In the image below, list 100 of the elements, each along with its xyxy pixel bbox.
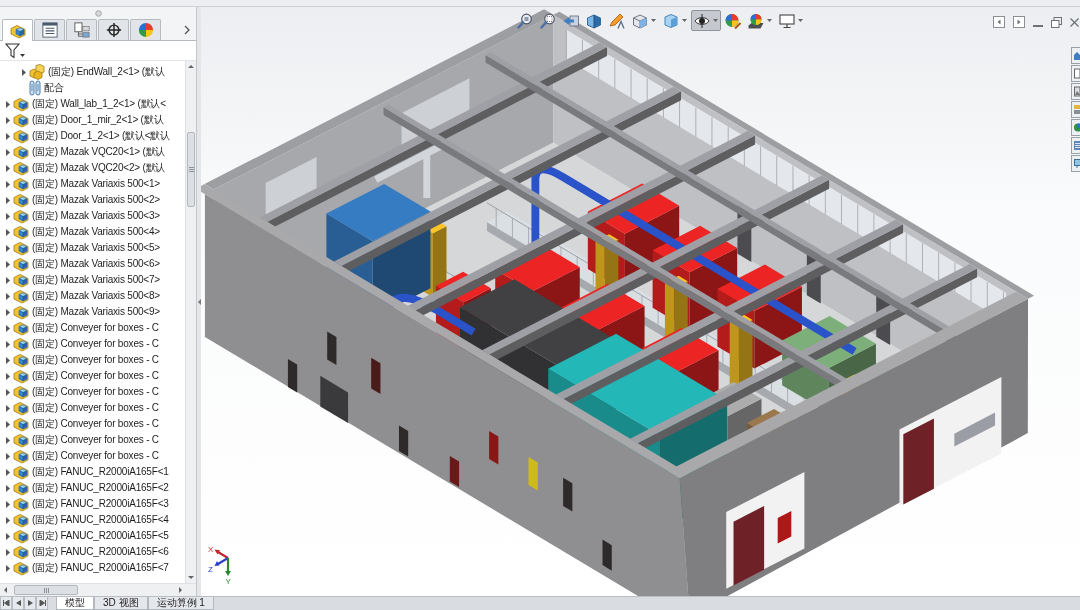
caret-right-icon[interactable] [6, 100, 10, 108]
tree-item[interactable]: 配合 [29, 80, 64, 96]
bottom-tab[interactable]: 模型 [56, 597, 94, 610]
caret-right-icon[interactable] [6, 276, 10, 284]
caret-right-icon[interactable] [6, 324, 10, 332]
tree-item[interactable]: (固定) Mazak Variaxis 500<9> [13, 304, 160, 320]
tree-item[interactable]: (固定) Conveyer for boxes - C [13, 400, 159, 416]
caret-right-icon[interactable] [6, 532, 10, 540]
cube-icon [13, 448, 29, 464]
grip-icon[interactable] [94, 9, 102, 17]
up-arrow-icon[interactable] [188, 65, 194, 68]
caret-icon[interactable] [798, 19, 803, 22]
tree-item[interactable]: (固定) Conveyer for boxes - C [13, 384, 159, 400]
caret-icon[interactable] [651, 19, 656, 22]
scrollbar-thumb[interactable] [14, 585, 78, 595]
tree-item[interactable]: (固定) FANUC_R2000iA165F<2 [13, 480, 169, 496]
dock-left-icon[interactable] [993, 16, 1005, 28]
tree-item[interactable]: (固定) FANUC_R2000iA165F<3 [13, 496, 169, 512]
tree-item[interactable]: (固定) FANUC_R2000iA165F<6 [13, 544, 169, 560]
tree-item[interactable]: (固定) Mazak VQC20<2> (默认 [13, 160, 166, 176]
tree-item[interactable]: (固定) Conveyer for boxes - C [13, 336, 159, 352]
tree-item[interactable]: (固定) Conveyer for boxes - C [13, 368, 159, 384]
tree-item[interactable]: (固定) Door_1_2<1> (默认<默认 [13, 128, 170, 144]
down-arrow-icon[interactable] [188, 576, 194, 579]
dock-right-icon[interactable] [1013, 16, 1025, 28]
caret-right-icon[interactable] [6, 340, 10, 348]
close-icon[interactable] [1070, 17, 1079, 27]
tree-item[interactable]: (固定) Mazak Variaxis 500<8> [13, 288, 160, 304]
caret-right-icon[interactable] [6, 244, 10, 252]
caret-right-icon[interactable] [6, 484, 10, 492]
caret-right-icon[interactable] [6, 372, 10, 380]
restore-icon[interactable] [1051, 16, 1062, 28]
panel-tab[interactable] [98, 19, 129, 40]
cube-icon [586, 12, 602, 29]
tree-item[interactable]: (固定) FANUC_R2000iA165F<5 [13, 528, 169, 544]
task-pane-tab[interactable] [1071, 65, 1080, 82]
bottom-tab[interactable]: 运动算例 1 [147, 597, 214, 610]
left-arrow-icon[interactable] [3, 587, 7, 593]
tree-item[interactable]: (固定) FANUC_R2000iA165F<4 [13, 512, 169, 528]
caret-right-icon[interactable] [6, 516, 10, 524]
tree-item[interactable]: (固定) Mazak VQC20<1> (默认 [13, 144, 166, 160]
vertical-scrollbar[interactable] [185, 61, 196, 583]
caret-right-icon[interactable] [6, 564, 10, 572]
caret-right-icon[interactable] [6, 452, 10, 460]
caret-right-icon[interactable] [6, 468, 10, 476]
caret-right-icon[interactable] [6, 308, 10, 316]
tree-item[interactable]: (固定) EndWall_2<1> (默认 [29, 64, 165, 80]
task-pane-tab[interactable] [1071, 119, 1080, 136]
task-pane-tab[interactable] [1071, 137, 1080, 154]
panel-tab[interactable] [34, 19, 65, 40]
caret-right-icon[interactable] [6, 228, 10, 236]
caret-right-icon[interactable] [6, 132, 10, 140]
caret-right-icon[interactable] [6, 148, 10, 156]
caret-icon[interactable] [767, 19, 772, 22]
tree-item[interactable]: (固定) FANUC_R2000iA165F<1 [13, 464, 169, 480]
caret-right-icon[interactable] [6, 436, 10, 444]
last-arrow-icon[interactable] [38, 600, 46, 606]
caret-right-icon[interactable] [6, 420, 10, 428]
caret-right-icon[interactable] [6, 292, 10, 300]
first-arrow-icon[interactable] [2, 600, 10, 606]
caret-icon[interactable] [682, 19, 687, 22]
scrollbar-thumb[interactable] [187, 132, 195, 207]
tree-item[interactable]: (固定) Conveyer for boxes - C [13, 320, 159, 336]
caret-right-icon[interactable] [6, 388, 10, 396]
caret-right-icon[interactable] [6, 500, 10, 508]
tree-item[interactable]: (固定) Conveyer for boxes - C [13, 432, 159, 448]
caret-right-icon[interactable] [6, 356, 10, 364]
tree-item[interactable]: (固定) Mazak Variaxis 500<7> [13, 272, 160, 288]
tree-item[interactable]: (固定) Mazak Variaxis 500<5> [13, 240, 160, 256]
bottom-tab[interactable]: 3D 视图 [94, 597, 148, 610]
right-arrow-icon[interactable] [178, 587, 182, 593]
tree-item[interactable]: (固定) Mazak Variaxis 500<3> [13, 208, 160, 224]
tree-item[interactable]: (固定) Conveyer for boxes - C [13, 448, 159, 464]
tree-item[interactable]: (固定) Door_1_mir_2<1> (默认 [13, 112, 164, 128]
tree-item[interactable]: (固定) Mazak Variaxis 500<6> [13, 256, 160, 272]
caret-right-icon[interactable] [6, 212, 10, 220]
chevron-right-icon[interactable] [184, 24, 190, 35]
tree-item[interactable]: (固定) Mazak Variaxis 500<2> [13, 192, 160, 208]
tree-item[interactable]: (固定) FANUC_R2000iA165F<7 [13, 560, 169, 576]
right-arrow-icon[interactable] [26, 600, 34, 606]
caret-icon[interactable] [713, 19, 718, 22]
caret-right-icon[interactable] [6, 548, 10, 556]
caret-right-icon[interactable] [6, 260, 10, 268]
task-pane-tab[interactable] [1071, 155, 1080, 172]
caret-right-icon[interactable] [6, 116, 10, 124]
caret-right-icon[interactable] [22, 68, 26, 76]
hide-show-button[interactable] [691, 10, 721, 31]
tree-item[interactable]: (固定) Conveyer for boxes - C [13, 416, 159, 432]
tree-item[interactable]: (固定) Conveyer for boxes - C [13, 352, 159, 368]
caret-right-icon[interactable] [6, 196, 10, 204]
task-pane-tab[interactable] [1071, 101, 1080, 118]
caret-right-icon[interactable] [6, 180, 10, 188]
tree-item[interactable]: (固定) Mazak Variaxis 500<1> [13, 176, 160, 192]
tree-item[interactable]: (固定) Mazak Variaxis 500<4> [13, 224, 160, 240]
filter-icon[interactable] [5, 42, 25, 59]
tree-item[interactable]: (固定) Wall_lab_1_2<1> (默认< [13, 96, 166, 112]
caret-right-icon[interactable] [6, 404, 10, 412]
caret-right-icon[interactable] [6, 164, 10, 172]
task-pane-tab[interactable] [1071, 83, 1080, 100]
task-pane-tab[interactable] [1071, 47, 1080, 64]
